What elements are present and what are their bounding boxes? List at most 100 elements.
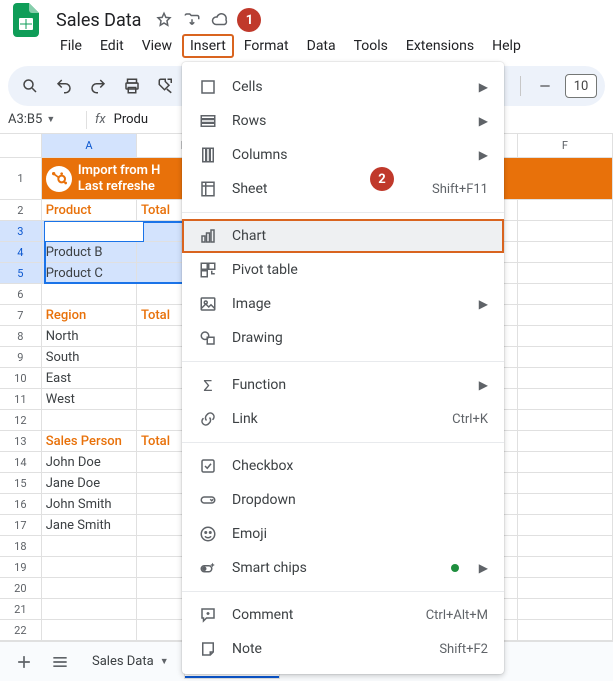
row-header[interactable]: 9 <box>0 347 42 367</box>
row-header[interactable]: 20 <box>0 578 42 598</box>
zoom-input[interactable]: 10 <box>565 74 597 98</box>
cell[interactable] <box>518 578 613 598</box>
row-header[interactable]: 1 <box>0 158 42 199</box>
menu-columns[interactable]: Columns▶ <box>182 138 504 172</box>
search-icon[interactable] <box>16 72 44 100</box>
cell[interactable] <box>42 557 137 577</box>
cell[interactable] <box>518 620 613 640</box>
row-header[interactable]: 3 <box>0 221 42 241</box>
row-header[interactable]: 12 <box>0 410 42 430</box>
undo-icon[interactable] <box>50 72 78 100</box>
cell[interactable] <box>518 389 613 409</box>
cell[interactable] <box>42 620 137 640</box>
cell[interactable] <box>518 515 613 535</box>
cell[interactable]: Sales Person <box>42 431 137 451</box>
menu-sheet[interactable]: SheetShift+F11 <box>182 172 504 206</box>
menu-edit[interactable]: Edit <box>92 34 132 58</box>
cell[interactable] <box>518 599 613 619</box>
row-header[interactable]: 19 <box>0 557 42 577</box>
row-header[interactable]: 17 <box>0 515 42 535</box>
cell[interactable] <box>518 347 613 367</box>
cell[interactable] <box>518 263 613 283</box>
column-header-a[interactable]: A <box>42 134 137 157</box>
menu-insert[interactable]: Insert <box>182 34 234 58</box>
cell[interactable]: East <box>42 368 137 388</box>
cell[interactable] <box>42 578 137 598</box>
cell[interactable] <box>42 599 137 619</box>
chevron-down-icon[interactable]: ▼ <box>160 656 169 667</box>
menu-dropdown[interactable]: Dropdown <box>182 483 504 517</box>
cell[interactable] <box>518 221 613 241</box>
sheet-tab-sales-data[interactable]: Sales Data▼ <box>80 646 181 678</box>
formula-bar[interactable]: Produ <box>114 112 148 127</box>
column-header-f[interactable]: F <box>518 134 613 157</box>
cell[interactable] <box>518 410 613 430</box>
menu-cells[interactable]: Cells▶ <box>182 70 504 104</box>
cell[interactable] <box>42 410 137 430</box>
cell[interactable]: North <box>42 326 137 346</box>
sheets-logo[interactable] <box>8 2 44 38</box>
cell[interactable]: Jane Doe <box>42 473 137 493</box>
row-header[interactable]: 22 <box>0 620 42 640</box>
doc-name[interactable]: Sales Data <box>50 8 147 33</box>
row-header[interactable]: 14 <box>0 452 42 472</box>
move-icon[interactable] <box>181 9 203 31</box>
menu-extensions[interactable]: Extensions <box>398 34 482 58</box>
name-box[interactable]: A3:B5▼ <box>8 112 78 127</box>
row-header[interactable]: 4 <box>0 242 42 262</box>
minus-icon[interactable] <box>531 72 559 100</box>
menu-link[interactable]: LinkCtrl+K <box>182 402 504 436</box>
cell[interactable]: Product <box>42 200 137 220</box>
select-all-corner[interactable] <box>0 134 42 157</box>
cell[interactable] <box>42 284 137 304</box>
cloud-status-icon[interactable] <box>209 9 231 31</box>
menu-format[interactable]: Format <box>236 34 297 58</box>
cell[interactable] <box>518 200 613 220</box>
cell[interactable] <box>518 452 613 472</box>
cell[interactable] <box>518 242 613 262</box>
menu-pivot-table[interactable]: Pivot table <box>182 253 504 287</box>
cell[interactable] <box>518 284 613 304</box>
all-sheets-button[interactable] <box>44 646 76 678</box>
menu-checkbox[interactable]: Checkbox <box>182 449 504 483</box>
cell[interactable] <box>518 557 613 577</box>
star-icon[interactable] <box>153 9 175 31</box>
row-header[interactable]: 15 <box>0 473 42 493</box>
cell[interactable]: Region <box>42 305 137 325</box>
menu-data[interactable]: Data <box>299 34 344 58</box>
print-icon[interactable] <box>118 72 146 100</box>
cell[interactable]: Product B <box>42 242 137 262</box>
menu-file[interactable]: File <box>52 34 90 58</box>
row-header[interactable]: 5 <box>0 263 42 283</box>
cell[interactable]: John Doe <box>42 452 137 472</box>
cell[interactable]: Jane Smith <box>42 515 137 535</box>
menu-chart[interactable]: Chart <box>182 219 504 253</box>
menu-smart-chips[interactable]: Smart chips▶ <box>182 551 504 585</box>
cell[interactable]: John Smith <box>42 494 137 514</box>
row-header[interactable]: 13 <box>0 431 42 451</box>
row-header[interactable]: 11 <box>0 389 42 409</box>
cell[interactable] <box>518 305 613 325</box>
menu-rows[interactable]: Rows▶ <box>182 104 504 138</box>
menu-comment[interactable]: CommentCtrl+Alt+M <box>182 598 504 632</box>
cell[interactable] <box>518 368 613 388</box>
row-header[interactable]: 6 <box>0 284 42 304</box>
menu-emoji[interactable]: Emoji <box>182 517 504 551</box>
menu-drawing[interactable]: Drawing <box>182 321 504 355</box>
cell[interactable]: West <box>42 389 137 409</box>
paint-format-icon[interactable] <box>152 72 180 100</box>
menu-view[interactable]: View <box>134 34 180 58</box>
menu-note[interactable]: NoteShift+F2 <box>182 632 504 666</box>
row-header[interactable]: 18 <box>0 536 42 556</box>
row-header[interactable]: 2 <box>0 200 42 220</box>
row-header[interactable]: 7 <box>0 305 42 325</box>
row-header[interactable]: 21 <box>0 599 42 619</box>
cell[interactable] <box>42 536 137 556</box>
cell[interactable] <box>518 431 613 451</box>
cell[interactable]: South <box>42 347 137 367</box>
cell[interactable]: Product A <box>42 221 137 241</box>
cell[interactable] <box>518 494 613 514</box>
cell[interactable] <box>518 326 613 346</box>
redo-icon[interactable] <box>84 72 112 100</box>
row-header[interactable]: 16 <box>0 494 42 514</box>
